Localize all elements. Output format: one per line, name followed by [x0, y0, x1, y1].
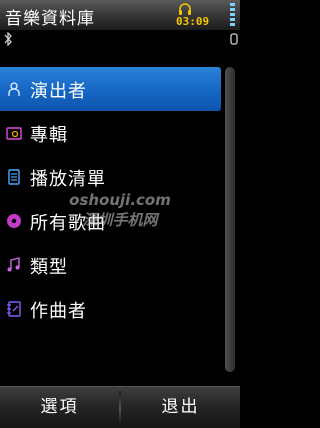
list-item-label: 類型 [30, 257, 68, 278]
page-title: 音樂資料庫 [5, 9, 95, 29]
list-item-genres[interactable]: 類型 [0, 243, 220, 287]
list-item-label: 播放清單 [30, 169, 106, 190]
list-item-label: 作曲者 [30, 301, 87, 322]
headset-icon [179, 3, 191, 15]
person-icon [8, 82, 20, 96]
note-icon [7, 257, 20, 272]
list-item-albums[interactable]: 專輯 [0, 111, 220, 155]
exit-button[interactable]: 退出 [121, 387, 240, 428]
watermark-line1: oshouji.com [69, 191, 171, 209]
list-item-label: 專輯 [30, 125, 68, 146]
watermark: oshouji.com 深圳手机网 [0, 190, 240, 230]
list-item-label: 演出者 [30, 81, 87, 102]
bluetooth-icon [4, 32, 12, 46]
title-bar: 音樂資料庫 03:09 [0, 0, 240, 30]
list-item-composers[interactable]: 作曲者 [0, 287, 220, 331]
battery-icon [230, 3, 235, 26]
options-button[interactable]: 選項 [0, 387, 119, 428]
softkey-bar: 選項 退出 [0, 386, 240, 428]
composer-icon [7, 301, 21, 317]
profile-icon [230, 33, 238, 45]
album-icon [6, 127, 22, 140]
status-bar [0, 30, 240, 48]
list-item-artists[interactable]: 演出者 [0, 67, 221, 111]
clock: 03:09 [176, 15, 210, 28]
watermark-line2: 深圳手机网 [82, 211, 158, 229]
playlist-icon [8, 169, 20, 185]
